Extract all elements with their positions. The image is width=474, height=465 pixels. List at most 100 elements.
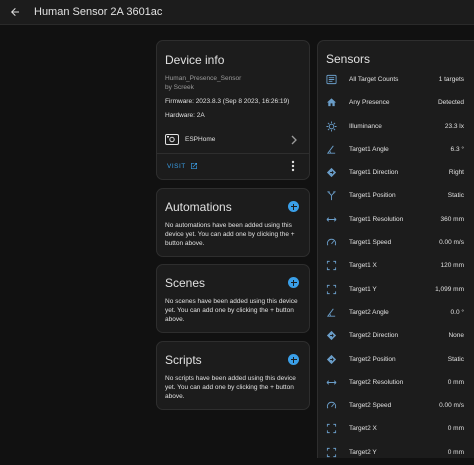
sensor-name: Any Presence <box>349 99 390 107</box>
scenes-title: Scenes <box>165 276 206 290</box>
page-title: Human Sensor 2A 3601ac <box>34 6 163 18</box>
sensor-value: 0.00 m/s <box>439 239 464 247</box>
sensor-value: 0 mm <box>447 425 464 433</box>
angle-icon <box>326 145 336 154</box>
sensor-name: Target1 Direction <box>349 169 399 177</box>
back-button[interactable] <box>4 1 26 23</box>
more-options-icon[interactable] <box>289 159 297 173</box>
counter-icon <box>326 74 337 85</box>
sensor-row[interactable]: Target1 Angle 6.3 ° <box>318 139 474 162</box>
top-app-bar: Human Sensor 2A 3601ac <box>0 0 474 25</box>
angle-icon <box>326 308 336 317</box>
speedometer-icon <box>326 238 337 246</box>
sensor-value: 23.3 lx <box>444 122 464 130</box>
sensor-row[interactable]: Target1 Direction Right <box>318 162 474 185</box>
sensor-row[interactable]: Target2 Angle 0.0 ° <box>318 302 474 325</box>
crop-icon <box>326 261 337 271</box>
sensor-value: 0 mm <box>447 448 464 456</box>
sensor-value: 1,099 mm <box>435 285 464 293</box>
esphome-logo-icon <box>165 134 179 145</box>
sensor-value: None <box>448 332 464 340</box>
sensor-row[interactable]: Target2 Position Static <box>318 349 474 372</box>
sensor-value: Detected <box>437 99 464 107</box>
sensor-value: 6.3 ° <box>450 145 464 153</box>
sensor-name: Target1 Angle <box>349 145 389 153</box>
crop-icon <box>326 424 337 434</box>
sensor-name: Target2 Speed <box>349 402 392 410</box>
sensor-row[interactable]: Target1 Y 1,099 mm <box>318 279 474 302</box>
device-manufacturer: by Screek <box>165 84 194 91</box>
sensor-value: 1 targets <box>438 76 464 83</box>
sensor-value: 0 mm <box>447 378 464 386</box>
sensor-name: Target1 Y <box>349 285 377 293</box>
crop-icon <box>326 284 337 294</box>
sensor-name: Target2 X <box>349 425 377 433</box>
direction-icon <box>326 168 337 178</box>
sensor-row[interactable]: Target2 X 0 mm <box>318 418 474 441</box>
scenes-empty-text: No scenes have been added using this dev… <box>165 298 298 323</box>
open-in-new-icon <box>190 163 197 169</box>
hardware-version: Hardware: 2A <box>165 112 205 119</box>
scripts-empty-text: No scripts have been added using this de… <box>165 375 296 400</box>
sensor-row[interactable]: Illuminance 23.3 lx <box>318 116 474 139</box>
sensor-value: 0.0 ° <box>450 308 464 316</box>
sensor-row[interactable]: Target2 Resolution 0 mm <box>318 372 474 395</box>
divider <box>157 153 309 154</box>
sensor-name: Target2 Position <box>349 355 396 363</box>
sensors-card: Sensors All Target Counts 1 targets Any Pr… <box>317 40 474 458</box>
sensor-row[interactable]: Target2 Y 0 mm <box>318 442 474 465</box>
chevron-right-icon <box>291 135 297 145</box>
sensor-value: 120 mm <box>440 262 464 270</box>
automations-card: Automations No automations have been add… <box>156 188 310 257</box>
add-automation-button[interactable] <box>288 201 299 212</box>
scenes-card: Scenes No scenes have been added using t… <box>156 264 310 333</box>
firmware-version: Firmware: 2023.8.3 (Sep 8 2023, 16:26:19… <box>165 98 290 105</box>
resolution-icon <box>326 217 337 222</box>
speedometer-icon <box>326 401 337 409</box>
add-script-button[interactable] <box>288 354 299 365</box>
sensor-row[interactable]: Target2 Direction None <box>318 325 474 348</box>
scripts-card: Scripts No scripts have been added using… <box>156 341 310 410</box>
sensor-name: Illuminance <box>349 122 382 130</box>
brightness-icon <box>326 121 337 132</box>
arrow-left-icon <box>11 8 19 16</box>
sensor-name: Target2 Angle <box>349 308 389 316</box>
add-scene-button[interactable] <box>288 277 299 288</box>
sensor-name: Target1 X <box>349 262 377 270</box>
sensor-value: Static <box>447 355 464 363</box>
fork-icon <box>327 191 336 201</box>
sensor-value: 0.00 m/s <box>439 402 464 410</box>
sensor-row[interactable]: Target1 Resolution 360 mm <box>318 209 474 232</box>
sensor-name: Target2 Direction <box>349 332 399 340</box>
sensor-row[interactable]: Target1 Position Static <box>318 185 474 208</box>
resolution-icon <box>326 380 337 385</box>
sensors-title: Sensors <box>326 52 371 66</box>
automations-title: Automations <box>165 200 232 214</box>
sensor-name: Target2 Resolution <box>349 378 404 386</box>
sensor-row[interactable]: All Target Counts 1 targets <box>318 69 474 92</box>
sensor-name: Target2 Y <box>349 448 377 456</box>
sensor-value: Static <box>447 192 464 200</box>
automations-empty-text: No automations have been added using thi… <box>165 222 295 247</box>
crop-icon <box>326 447 337 457</box>
direction-icon <box>326 331 337 341</box>
device-info-card: Device info Human_Presence_Sensor by Scr… <box>156 40 310 180</box>
sensor-value: Right <box>448 169 464 177</box>
device-model: Human_Presence_Sensor <box>165 75 242 82</box>
sensor-list: All Target Counts 1 targets Any Presence De… <box>318 69 474 465</box>
sensor-row[interactable]: Target1 X 120 mm <box>318 255 474 278</box>
device-info-title: Device info <box>165 53 225 67</box>
direction-icon <box>326 354 337 364</box>
sensor-row[interactable]: Any Presence Detected <box>318 92 474 115</box>
integration-label: ESPHome <box>185 136 216 143</box>
sensor-row[interactable]: Target2 Speed 0.00 m/s <box>318 395 474 418</box>
visit-link[interactable]: VISIT <box>167 162 198 170</box>
sensor-name: Target1 Position <box>349 192 396 200</box>
scripts-title: Scripts <box>165 353 202 367</box>
sensor-name: Target1 Resolution <box>349 215 404 223</box>
visit-label: VISIT <box>167 162 186 170</box>
sensor-name: All Target Counts <box>349 76 399 83</box>
sensor-row[interactable]: Target1 Speed 0.00 m/s <box>318 232 474 255</box>
sensor-value: 360 mm <box>440 215 464 223</box>
integration-row[interactable]: ESPHome <box>157 131 309 149</box>
